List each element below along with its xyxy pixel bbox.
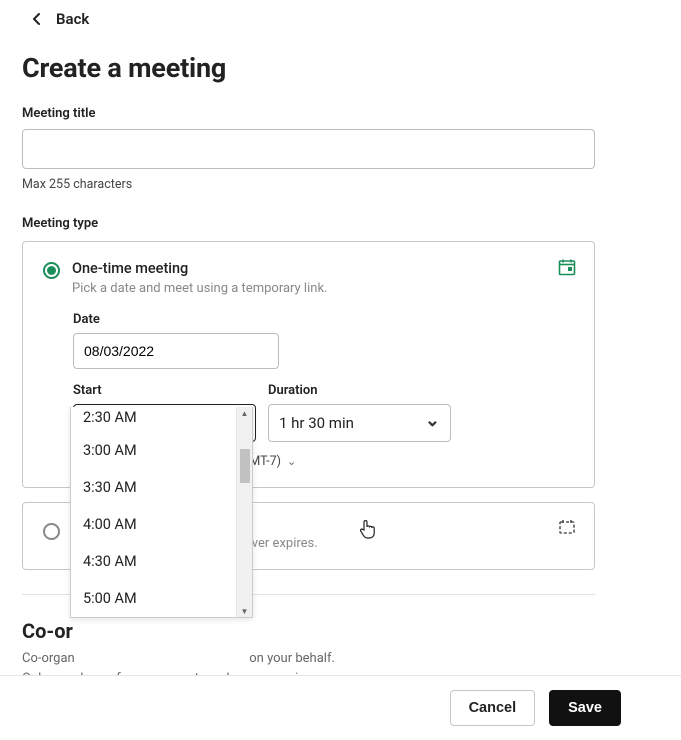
calendar-icon — [558, 258, 576, 276]
time-option[interactable]: 5:00 AM — [71, 580, 252, 617]
scroll-thumb[interactable] — [240, 449, 250, 483]
page-title: Create a meeting — [22, 52, 659, 84]
one-time-radio[interactable] — [43, 262, 60, 279]
recurring-radio[interactable] — [43, 523, 60, 540]
chevron-down-icon — [425, 413, 440, 434]
meeting-title-label: Meeting title — [22, 106, 659, 121]
time-option[interactable]: 4:00 AM — [71, 506, 252, 543]
date-label: Date — [73, 312, 574, 327]
time-option[interactable]: 3:00 AM — [71, 432, 252, 469]
time-option[interactable]: 4:30 AM — [71, 543, 252, 580]
recurring-icon — [558, 519, 576, 535]
footer-bar: Cancel Save — [0, 675, 681, 740]
duration-label: Duration — [268, 383, 451, 398]
scroll-up-arrow[interactable]: ▲ — [237, 407, 253, 419]
start-label: Start — [73, 383, 256, 398]
one-time-desc: Pick a date and meet using a temporary l… — [72, 281, 327, 296]
scroll-down-arrow[interactable]: ▼ — [237, 605, 253, 617]
meeting-title-hint: Max 255 characters — [22, 177, 659, 192]
date-input[interactable] — [73, 333, 279, 369]
time-option[interactable]: 2:30 AM — [71, 407, 252, 432]
meeting-type-label: Meeting type — [22, 216, 659, 231]
time-option[interactable]: 3:30 AM — [71, 469, 252, 506]
cancel-button[interactable]: Cancel — [450, 690, 536, 726]
start-time-dropdown[interactable]: 2:30 AM 3:00 AM 3:30 AM 4:00 AM 4:30 AM … — [70, 407, 253, 618]
co-organizers-line1: Co-organ_____ on your behalf. — [22, 649, 659, 669]
meeting-title-input[interactable] — [22, 129, 595, 169]
one-time-title: One-time meeting — [72, 260, 327, 277]
back-link[interactable]: Back — [56, 10, 89, 28]
dropdown-scrollbar[interactable]: ▲ ▼ — [236, 407, 252, 617]
save-button[interactable]: Save — [549, 690, 621, 726]
co-organizers-heading: Co-or — [22, 619, 659, 643]
duration-value: 1 hr 30 min — [279, 414, 354, 432]
duration-select[interactable]: 1 hr 30 min — [268, 404, 451, 442]
back-chevron-icon[interactable] — [32, 13, 42, 25]
chevron-down-icon[interactable]: ⌄ — [287, 455, 296, 468]
recurring-desc-fragment: ever expires. — [245, 536, 318, 551]
